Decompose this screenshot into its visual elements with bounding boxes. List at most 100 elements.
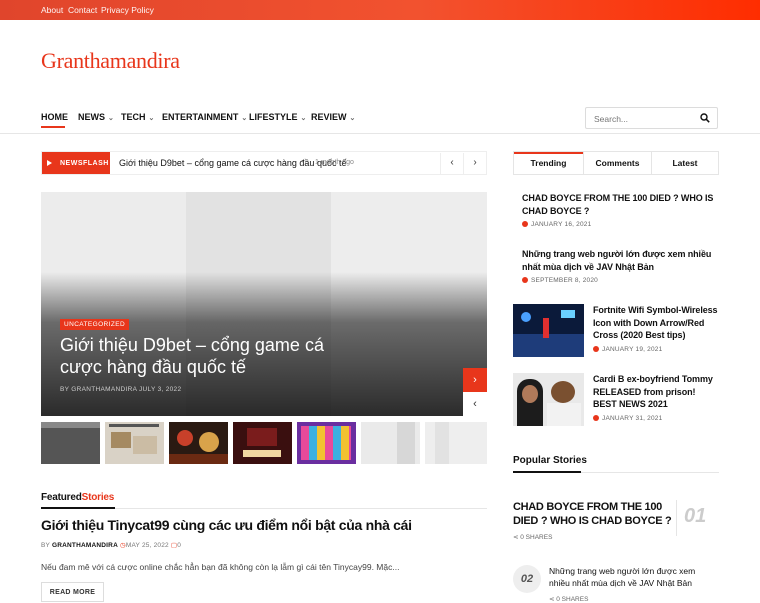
newsflash-time: 1 month ago: [315, 159, 354, 166]
trending-title[interactable]: Fortnite Wifi Symbol-Wireless Icon with …: [593, 304, 718, 342]
popular-rank: 01: [684, 505, 707, 527]
tab-trending[interactable]: Trending: [514, 152, 583, 174]
search-box: [585, 107, 718, 129]
trending-title[interactable]: Những trang web người lớn được xem nhiều…: [522, 248, 718, 273]
hero-thumbnails: [41, 422, 487, 464]
divider: [676, 500, 677, 536]
nav-tech-label: TECH: [121, 112, 146, 122]
clock-icon: [522, 277, 528, 283]
featured-date: MAY 25, 2022: [125, 542, 169, 549]
trending-date-text: JANUARY 31, 2021: [602, 414, 663, 422]
chevron-right-icon: ›: [473, 374, 477, 386]
thumbnail[interactable]: [233, 422, 292, 464]
chevron-down-icon: ⌄: [349, 115, 356, 122]
site-logo[interactable]: Granthamandira: [41, 48, 180, 74]
featured-comments[interactable]: 0: [177, 542, 181, 549]
top-bar: About Contact Privacy Policy: [0, 0, 760, 20]
search-icon[interactable]: [700, 113, 710, 123]
popular-rank: 02: [513, 565, 541, 593]
about-link[interactable]: About: [41, 5, 63, 15]
trending-date: SEPTEMBER 8, 2020: [522, 277, 718, 284]
trending-item[interactable]: CHAD BOYCE FROM THE 100 DIED ? WHO IS CH…: [522, 192, 718, 228]
trending-thumbnail[interactable]: [513, 373, 584, 426]
featured-meta: BY GRANTHAMANDIRA ◷MAY 25, 2022 ▢0: [41, 541, 181, 549]
featured-author[interactable]: GRANTHAMANDIRA: [52, 542, 118, 549]
tab-comments[interactable]: Comments: [583, 152, 651, 174]
chevron-down-icon: ⌄: [148, 115, 155, 122]
nav-news-label: NEWS: [78, 112, 105, 122]
chevron-left-icon: ‹: [450, 157, 454, 168]
chevron-left-icon: ‹: [473, 398, 477, 410]
trending-item[interactable]: Cardi B ex-boyfriend Tommy RELEASED from…: [593, 373, 718, 422]
nav-home-label: HOME: [41, 112, 68, 122]
newsflash-title[interactable]: Giới thiệu D9bet – cổng game cá cược hàn…: [119, 158, 346, 168]
chevron-down-icon: ⌄: [108, 115, 114, 122]
hero-date: JULY 3, 2022: [138, 386, 182, 393]
trending-item[interactable]: Những trang web người lớn được xem nhiều…: [522, 248, 718, 284]
chevron-right-icon: ›: [473, 157, 477, 168]
nav-review[interactable]: REVIEW ⌄: [311, 112, 355, 122]
hero-meta: BY GRANTHAMANDIRA JULY 3, 2022: [60, 386, 181, 393]
nav-home[interactable]: HOME: [41, 112, 68, 122]
trending-item[interactable]: Fortnite Wifi Symbol-Wireless Icon with …: [593, 304, 718, 353]
thumbnail[interactable]: [361, 422, 420, 464]
thumbnail[interactable]: [425, 422, 487, 464]
featured-heading: FeaturedStories: [41, 492, 114, 503]
active-nav-underline: [41, 126, 65, 128]
tab-latest[interactable]: Latest: [651, 152, 718, 174]
trending-date: JANUARY 16, 2021: [522, 221, 718, 228]
trending-date-text: SEPTEMBER 8, 2020: [531, 277, 598, 284]
trending-date: JANUARY 31, 2021: [593, 414, 718, 422]
nav-tech[interactable]: TECH ⌄: [121, 112, 154, 122]
newsflash-next-button[interactable]: ›: [463, 153, 486, 174]
nav-entertainment[interactable]: ENTERTAINMENT ⌄: [162, 112, 247, 122]
featured-by: BY: [41, 542, 50, 549]
trending-title[interactable]: Cardi B ex-boyfriend Tommy RELEASED from…: [593, 373, 718, 411]
clock-icon: [593, 414, 599, 421]
contact-link[interactable]: Contact: [68, 5, 97, 15]
privacy-policy-link[interactable]: Privacy Policy: [101, 5, 154, 15]
nav-lifestyle[interactable]: LIFESTYLE ⌄: [249, 112, 306, 122]
trending-title[interactable]: CHAD BOYCE FROM THE 100 DIED ? WHO IS CH…: [522, 192, 718, 217]
thumbnail[interactable]: [297, 422, 356, 464]
nav-lifestyle-label: LIFESTYLE: [249, 112, 298, 122]
thumbnail[interactable]: [169, 422, 228, 464]
newsflash-label: NEWSFLASH: [42, 152, 110, 174]
popular-title[interactable]: Những trang web người lớn được xem nhiều…: [549, 566, 715, 589]
hero-author[interactable]: GRANTHAMANDIRA: [71, 386, 137, 393]
featured-title[interactable]: Giới thiệu Tinycat99 cùng các ưu điểm nổ…: [41, 517, 412, 533]
thumbnail[interactable]: [105, 422, 164, 464]
read-more-button[interactable]: READ MORE: [41, 582, 104, 602]
popular-title[interactable]: CHAD BOYCE FROM THE 100 DIED ? WHO IS CH…: [513, 500, 673, 528]
newsflash-ticker: NEWSFLASH Giới thiệu D9bet – cổng game c…: [41, 151, 487, 175]
hero-next-button[interactable]: ›: [463, 368, 487, 392]
hero-prev-button[interactable]: ‹: [463, 392, 487, 416]
trending-thumbnail[interactable]: [513, 304, 584, 357]
trending-date: JANUARY 19, 2021: [593, 345, 718, 353]
chevron-down-icon: ⌄: [241, 115, 248, 122]
section-divider-accent: [41, 507, 115, 509]
nav-review-label: REVIEW: [311, 112, 347, 122]
popular-shares: ⋖ 0 SHARES: [513, 533, 552, 541]
popular-heading: Popular Stories: [513, 455, 587, 466]
clock-icon: [593, 345, 599, 352]
newsflash-prev-button[interactable]: ‹: [440, 153, 463, 174]
popular-shares-text: 0 SHARES: [520, 534, 553, 541]
hero-category-badge[interactable]: UNCATEGORIZED: [60, 319, 130, 330]
hero-slider[interactable]: UNCATEGORIZED Giới thiệu D9bet – cổng ga…: [41, 192, 487, 416]
trending-date-text: JANUARY 19, 2021: [602, 345, 663, 353]
hero-by: BY: [60, 386, 70, 393]
featured-excerpt: Nếu đam mê với cá cược online chắc hẳn b…: [41, 562, 400, 572]
chevron-down-icon: ⌄: [300, 115, 307, 122]
nav-entertainment-label: ENTERTAINMENT: [162, 112, 239, 122]
featured-heading-a: Featured: [41, 492, 82, 503]
sidebar-tabs: Trending Comments Latest: [513, 151, 719, 175]
nav-divider: [0, 133, 760, 134]
nav-news[interactable]: NEWS ⌄: [78, 112, 114, 122]
section-divider-accent: [513, 471, 581, 473]
popular-shares: ⋖ 0 SHARES: [549, 595, 588, 603]
clock-icon: [522, 221, 528, 227]
search-input[interactable]: [594, 112, 694, 125]
hero-title[interactable]: Giới thiệu D9bet – cổng game cá cược hàn…: [60, 334, 360, 378]
thumbnail[interactable]: [41, 422, 100, 464]
